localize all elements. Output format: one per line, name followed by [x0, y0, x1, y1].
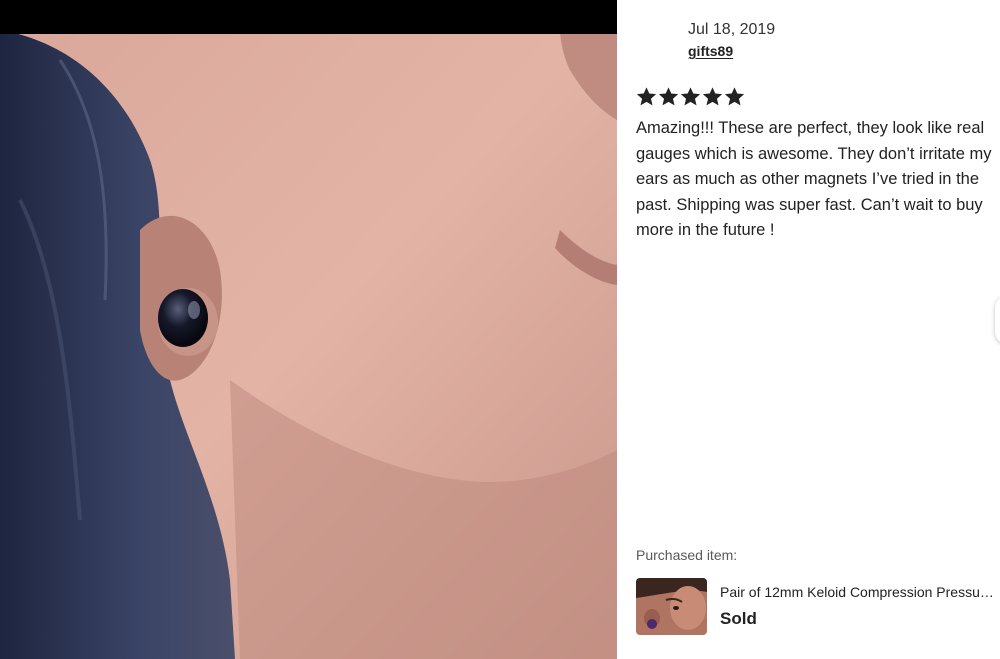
review-date: Jul 18, 2019: [688, 21, 776, 38]
purchased-item-thumbnail[interactable]: [636, 578, 707, 635]
star-icon: [658, 87, 679, 106]
purchased-item-status: Sold: [720, 609, 757, 628]
purchased-item-title-link[interactable]: Pair of 12mm Keloid Compression Pressure…: [720, 584, 998, 600]
star-icon: [702, 87, 723, 106]
next-photo-button[interactable]: [995, 296, 1000, 344]
star-icon: [680, 87, 701, 106]
purchased-item-card[interactable]: Pair of 12mm Keloid Compression Pressure…: [636, 578, 1000, 636]
star-rating: [636, 86, 745, 107]
review-photo: [0, 0, 617, 659]
star-icon: [636, 87, 657, 106]
purchased-item-label: Purchased item:: [636, 547, 738, 563]
star-icon: [724, 87, 745, 106]
review-panel: Jul 18, 2019 gifts89 Amazing!!! These ar…: [617, 0, 1000, 659]
review-text: Amazing!!! These are perfect, they look …: [636, 119, 992, 239]
reviewer-username-link[interactable]: gifts89: [688, 43, 733, 59]
